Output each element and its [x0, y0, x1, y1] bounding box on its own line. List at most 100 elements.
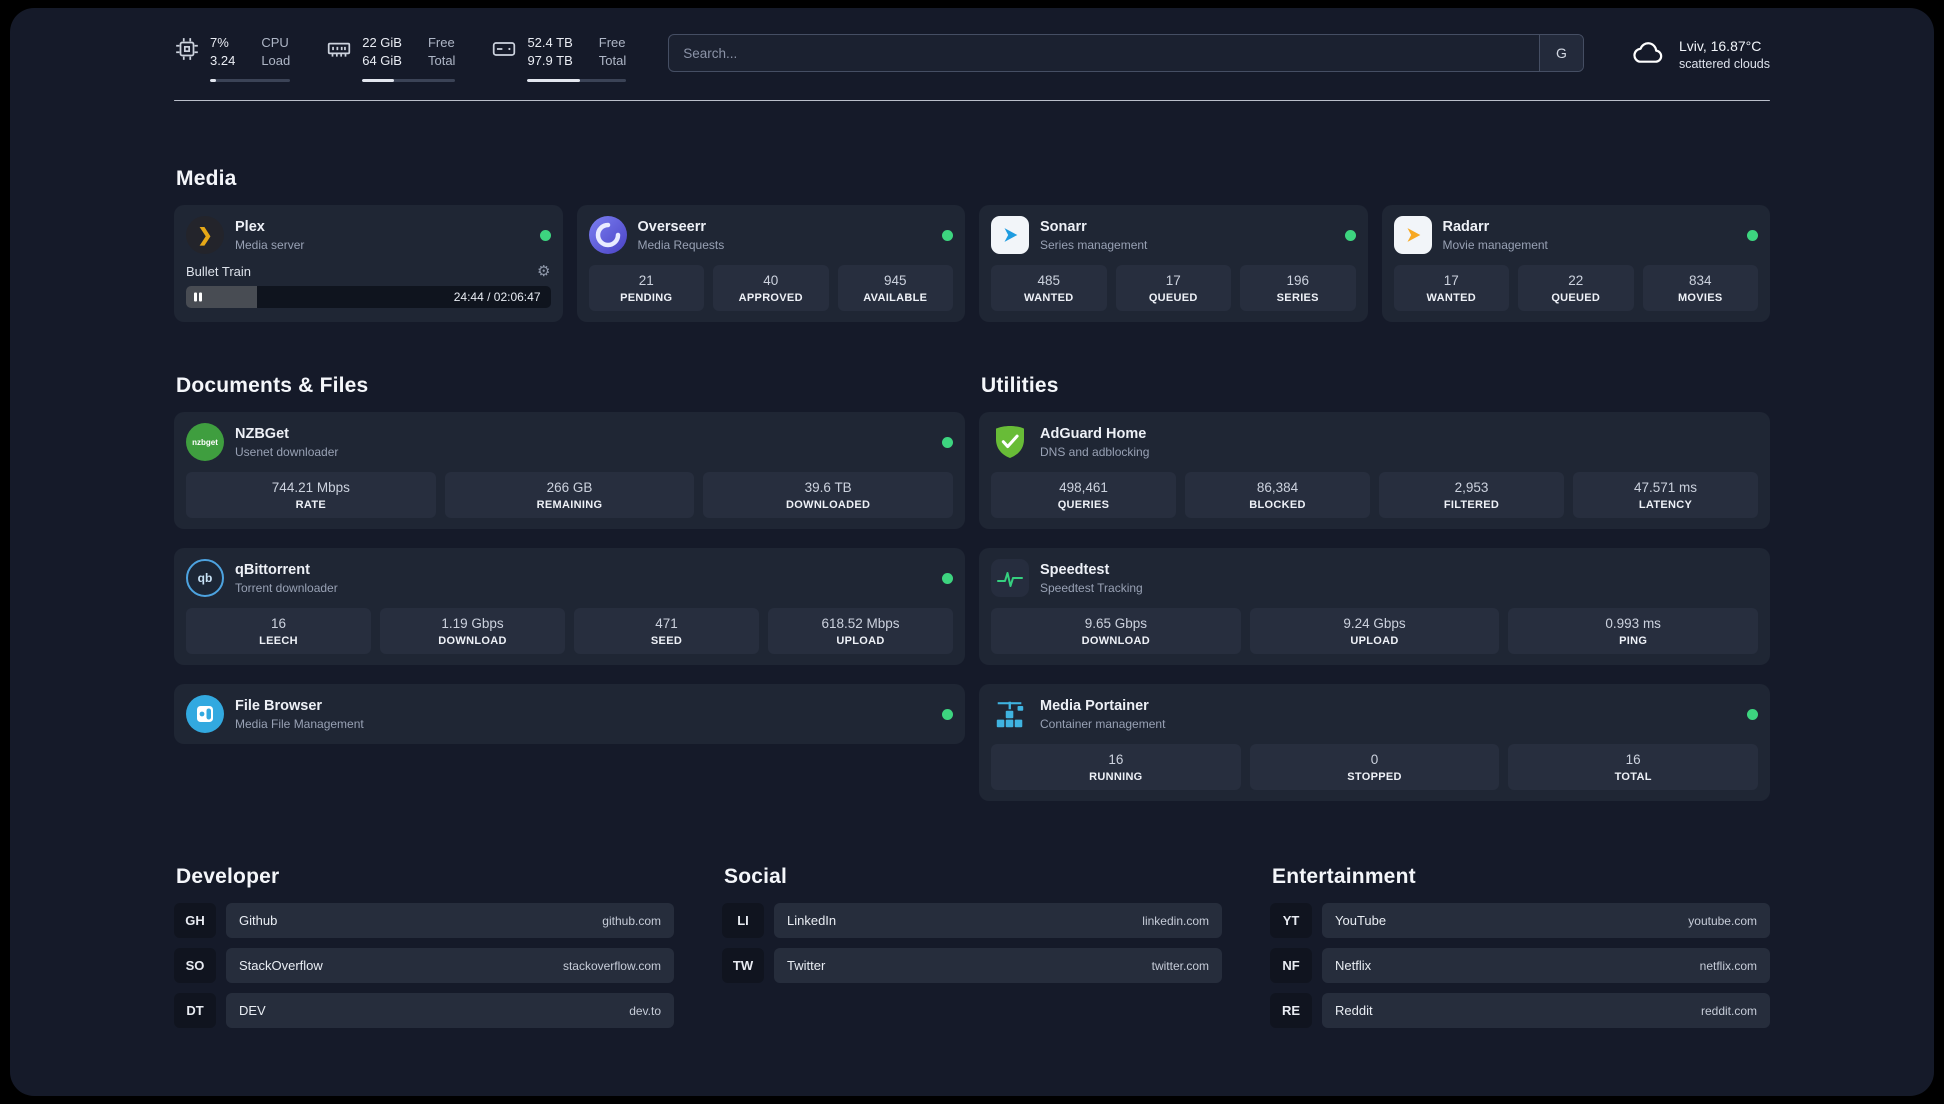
now-playing-title: Bullet Train — [186, 264, 252, 280]
search-engine-button[interactable]: G — [1538, 35, 1583, 72]
bookmark-abbr: GH — [174, 903, 216, 939]
disk-label-1: Free — [598, 35, 626, 50]
app-desc: Torrent downloader — [235, 580, 338, 595]
stat-approved: 40 APPROVED — [713, 265, 829, 312]
qbittorrent-icon: qb — [186, 559, 224, 598]
bookmark-name: StackOverflow — [239, 958, 323, 974]
cloud-icon — [1630, 38, 1666, 71]
weather-condition: scattered clouds — [1678, 56, 1770, 71]
bookmark-domain: reddit.com — [1700, 1003, 1757, 1018]
cpu-chip-icon — [174, 34, 200, 67]
status-dot-online — [942, 572, 953, 584]
app-name: Speedtest — [1040, 561, 1110, 578]
app-desc: Container management — [1040, 716, 1166, 731]
status-dot-online — [942, 708, 953, 720]
app-desc: Usenet downloader — [235, 444, 339, 459]
section-heading-social: Social — [724, 865, 788, 889]
bookmark-name: Twitter — [787, 958, 826, 974]
weather-widget[interactable]: Lviv, 16.87°C scattered clouds — [1630, 38, 1770, 71]
stat-blocked: 86,384 BLOCKED — [1185, 472, 1370, 519]
speedtest-icon — [991, 559, 1029, 598]
bookmark-youtube[interactable]: YT YouTube youtube.com — [1270, 903, 1770, 939]
bookmark-domain: linkedin.com — [1142, 913, 1209, 928]
plex-card[interactable]: ❯ Plex Media server Bullet Train ⚙ 24:44… — [174, 205, 563, 323]
cpu-load-value: 3.24 — [210, 53, 236, 69]
bookmark-linkedin[interactable]: LI LinkedIn linkedin.com — [722, 903, 1222, 939]
plex-icon: ❯ — [186, 216, 224, 255]
status-dot-online — [539, 229, 551, 241]
disk-total-value: 97.9 TB — [527, 53, 573, 69]
adguard-card[interactable]: AdGuard Home DNS and adblocking 498,461 Q… — [979, 412, 1770, 530]
stat-stopped: 0 STOPPED — [1249, 744, 1500, 791]
topbar-divider — [174, 100, 1770, 102]
stat-latency: 47.571 ms LATENCY — [1573, 472, 1758, 519]
disk-free-value: 52.4 TB — [527, 35, 573, 50]
stat-rate: 744.21 Mbps RATE — [186, 472, 436, 519]
bookmark-netflix[interactable]: NF Netflix netflix.com — [1270, 948, 1770, 984]
section-heading-entertainment: Entertainment — [1272, 865, 1416, 889]
portainer-card[interactable]: Media Portainer Container management 16 R… — [979, 684, 1770, 802]
stat-download: 9.65 Gbps DOWNLOAD — [991, 608, 1241, 655]
playback-time: 24:44 / 02:06:47 — [453, 290, 541, 305]
disk-usage-bar — [527, 79, 627, 83]
qbittorrent-card[interactable]: qb qBittorrent Torrent downloader 16 LEEC… — [174, 548, 965, 666]
app-desc: Media Requests — [637, 237, 725, 252]
ram-usage-bar — [362, 79, 456, 83]
bookmark-name: Github — [239, 913, 278, 929]
bookmark-domain: github.com — [602, 913, 661, 928]
weather-location: Lviv, 16.87°C — [1678, 37, 1762, 54]
stat-series: 196 SERIES — [1240, 265, 1356, 312]
ram-label-2: Total — [427, 53, 456, 69]
bookmark-name: LinkedIn — [787, 913, 837, 929]
status-dot-online — [942, 436, 953, 448]
cpu-metric: 7% 3.24 CPU Load — [174, 34, 291, 83]
stat-pending: 21 PENDING — [588, 265, 704, 312]
radarr-card[interactable]: Radarr Movie management 17 WANTED 22 QUEUE… — [1381, 205, 1770, 323]
app-name: Plex — [235, 218, 265, 235]
radarr-icon — [1393, 216, 1432, 255]
stat-leech: 16 LEECH — [186, 608, 371, 655]
filebrowser-icon — [186, 695, 224, 734]
app-desc: Media server — [235, 237, 305, 252]
filebrowser-card[interactable]: File Browser Media File Management — [174, 684, 965, 745]
stat-wanted: 17 WANTED — [1393, 265, 1509, 312]
sonarr-card[interactable]: Sonarr Series management 485 WANTED 17 QUE… — [979, 205, 1368, 323]
app-desc: Speedtest Tracking — [1040, 580, 1143, 595]
stat-remaining: 266 GB REMAINING — [444, 472, 695, 519]
bookmark-domain: stackoverflow.com — [562, 958, 661, 973]
cpu-label-2: Load — [261, 53, 291, 69]
bookmark-reddit[interactable]: RE Reddit reddit.com — [1270, 993, 1770, 1029]
app-name: Overseerr — [637, 218, 707, 235]
bookmark-abbr: RE — [1270, 993, 1312, 1029]
bookmark-github[interactable]: GH Github github.com — [174, 903, 674, 939]
disk-label-2: Total — [598, 53, 627, 69]
gear-icon[interactable]: ⚙ — [537, 264, 550, 279]
app-name: AdGuard Home — [1040, 425, 1147, 442]
documents-section: Documents & Files nzbget NZBGet Usenet d… — [174, 374, 965, 745]
bookmark-dev[interactable]: DT DEV dev.to — [174, 993, 674, 1029]
stat-upload: 618.52 Mbps UPLOAD — [768, 608, 953, 655]
ram-metric: 22 GiB 64 GiB Free Total — [326, 34, 456, 83]
app-name: File Browser — [235, 697, 323, 714]
bookmarks-developer: Developer GH Github github.com SO StackO… — [174, 865, 674, 1038]
speedtest-card[interactable]: Speedtest Speedtest Tracking 9.65 Gbps DO… — [979, 548, 1770, 666]
utilities-section: Utilities AdGuard Home DNS and adblockin… — [979, 374, 1770, 802]
status-dot-online — [1344, 229, 1356, 241]
bookmark-abbr: SO — [174, 948, 216, 984]
bookmark-domain: netflix.com — [1699, 958, 1757, 973]
nzbget-card[interactable]: nzbget NZBGet Usenet downloader 744.21 M… — [174, 412, 965, 530]
system-metrics: 7% 3.24 CPU Load 22 GiB 64 GiB Free Tota… — [174, 34, 627, 83]
ram-free-value: 22 GiB — [362, 35, 402, 50]
bookmark-domain: twitter.com — [1151, 958, 1209, 973]
cpu-label-1: CPU — [261, 35, 289, 50]
playback-progress-bar[interactable]: 24:44 / 02:06:47 — [186, 286, 551, 309]
bookmark-abbr: LI — [722, 903, 764, 939]
bookmarks-entertainment: Entertainment YT YouTube youtube.com NF … — [1270, 865, 1770, 1038]
search-input[interactable] — [669, 35, 1539, 72]
overseerr-card[interactable]: Overseerr Media Requests 21 PENDING 40 APP… — [576, 205, 965, 323]
bookmark-stackoverflow[interactable]: SO StackOverflow stackoverflow.com — [174, 948, 674, 984]
stat-seed: 471 SEED — [574, 608, 759, 655]
bookmark-twitter[interactable]: TW Twitter twitter.com — [722, 948, 1222, 984]
pause-icon[interactable] — [194, 292, 202, 302]
ram-label-1: Free — [427, 35, 455, 50]
